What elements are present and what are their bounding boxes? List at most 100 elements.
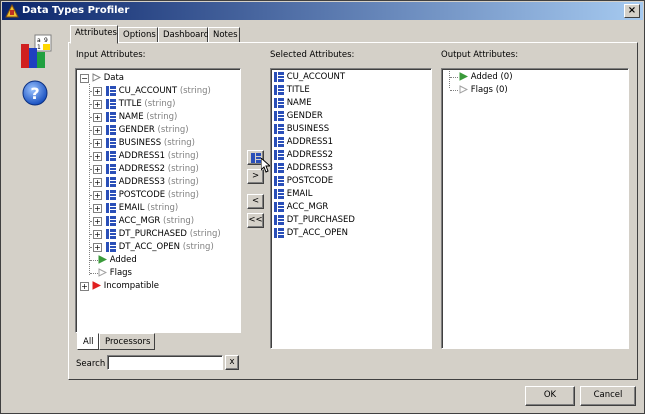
title-bar[interactable]: Data Types Profiler × bbox=[2, 2, 643, 20]
tree-node-attribute[interactable]: ADDRESS1 (string) bbox=[106, 150, 199, 163]
tree-expand-toggle[interactable]: + bbox=[93, 191, 102, 200]
attribute-type: (string) bbox=[189, 229, 221, 239]
tab-processors[interactable]: Processors bbox=[99, 333, 155, 350]
attribute-icon bbox=[274, 136, 284, 147]
attribute-icon bbox=[106, 137, 116, 148]
attribute-name: DT_ACC_OPEN bbox=[118, 242, 181, 252]
tree-node-attribute[interactable]: POSTCODE (string) bbox=[106, 189, 199, 202]
tree-expand-toggle[interactable]: + bbox=[93, 178, 102, 187]
selected-attribute-item[interactable]: ACC_MGR bbox=[274, 201, 328, 214]
tree-expand-toggle[interactable]: + bbox=[93, 243, 102, 252]
tree-node-attribute[interactable]: ADDRESS2 (string) bbox=[106, 163, 199, 176]
attribute-icon bbox=[106, 111, 116, 122]
selected-attribute-name: POSTCODE bbox=[286, 176, 334, 186]
tree-expand-toggle[interactable]: + bbox=[93, 126, 102, 135]
attributes-page: Input Attributes: Selected Attributes: O… bbox=[68, 42, 638, 380]
attribute-type: (string) bbox=[182, 242, 214, 252]
output-attributes-tree[interactable]: Added (0) Flags (0) bbox=[441, 68, 629, 349]
selected-attribute-item[interactable]: NAME bbox=[274, 97, 312, 110]
selected-attribute-name: DT_PURCHASED bbox=[286, 215, 355, 225]
attribute-icon bbox=[274, 175, 284, 186]
tree-node-label: Data bbox=[103, 73, 124, 83]
search-clear-button[interactable]: x bbox=[225, 355, 239, 370]
ok-button[interactable]: OK bbox=[525, 386, 575, 406]
tree-expand-toggle[interactable]: + bbox=[93, 139, 102, 148]
attribute-icon bbox=[106, 124, 116, 135]
selected-attribute-item[interactable]: CU_ACCOUNT bbox=[274, 71, 345, 84]
tree-node-added[interactable]: Added bbox=[98, 254, 137, 267]
selected-attribute-item[interactable]: TITLE bbox=[274, 84, 310, 97]
tree-node-attribute[interactable]: ACC_MGR (string) bbox=[106, 215, 194, 228]
selected-attribute-item[interactable]: DT_ACC_OPEN bbox=[274, 227, 348, 240]
tree-expand-toggle[interactable]: + bbox=[93, 204, 102, 213]
cancel-button[interactable]: Cancel bbox=[580, 386, 636, 406]
output-node-label: Flags (0) bbox=[470, 85, 508, 95]
tree-node-attribute[interactable]: GENDER (string) bbox=[106, 124, 189, 137]
tree-expand-toggle[interactable]: + bbox=[93, 230, 102, 239]
selected-attribute-item[interactable]: GENDER bbox=[274, 110, 323, 123]
tree-expand-toggle[interactable]: + bbox=[93, 152, 102, 161]
tree-node-flags[interactable]: Flags bbox=[98, 267, 132, 280]
selected-attribute-name: DT_ACC_OPEN bbox=[286, 228, 349, 238]
remove-all-button[interactable]: << bbox=[247, 213, 264, 228]
tree-node-attribute[interactable]: DT_ACC_OPEN (string) bbox=[106, 241, 214, 254]
help-icon[interactable]: ? bbox=[22, 80, 48, 106]
tree-node-attribute[interactable]: ADDRESS3 (string) bbox=[106, 176, 199, 189]
selected-attribute-item[interactable]: POSTCODE bbox=[274, 175, 333, 188]
output-added-arrow-icon bbox=[459, 72, 468, 81]
tab-notes[interactable]: Notes bbox=[208, 27, 240, 43]
tree-expand-toggle[interactable]: + bbox=[80, 282, 89, 291]
tree-collapse-toggle[interactable]: − bbox=[80, 74, 89, 83]
search-input[interactable] bbox=[107, 355, 223, 370]
tree-node-attribute[interactable]: EMAIL (string) bbox=[106, 202, 178, 215]
tree-node-data[interactable]: Data bbox=[92, 72, 124, 85]
tree-connector bbox=[450, 90, 458, 91]
tab-all[interactable]: All bbox=[77, 333, 99, 350]
tree-node-incompatible[interactable]: Incompatible bbox=[92, 280, 159, 293]
data-types-icon: a 9 1 bbox=[21, 34, 52, 68]
selected-attribute-item[interactable]: DT_PURCHASED bbox=[274, 214, 355, 227]
attribute-icon bbox=[274, 149, 284, 160]
tab-attributes[interactable]: Attributes bbox=[70, 25, 118, 44]
tree-node-attribute[interactable]: NAME (string) bbox=[106, 111, 177, 124]
attribute-icon bbox=[274, 110, 284, 121]
tree-expand-toggle[interactable]: + bbox=[93, 100, 102, 109]
attribute-name: BUSINESS bbox=[118, 138, 162, 148]
tree-expand-toggle[interactable]: + bbox=[93, 113, 102, 122]
attribute-name: POSTCODE bbox=[118, 190, 166, 200]
attribute-type: (string) bbox=[167, 164, 199, 174]
attribute-icon bbox=[274, 201, 284, 212]
dialog-window: Data Types Profiler × a 9 1 ? Attributes… bbox=[0, 0, 645, 414]
tab-dashboard[interactable]: Dashboard bbox=[158, 27, 209, 43]
close-button[interactable]: × bbox=[624, 4, 640, 18]
attribute-icon bbox=[274, 84, 284, 95]
attribute-icon bbox=[106, 215, 116, 226]
output-node-flags[interactable]: Flags (0) bbox=[459, 84, 508, 97]
selected-attribute-item[interactable]: ADDRESS1 bbox=[274, 136, 333, 149]
selected-attributes-list[interactable]: CU_ACCOUNT TITLE NAME GENDER BUSINESS AD… bbox=[270, 68, 432, 349]
tree-expand-toggle[interactable]: + bbox=[93, 87, 102, 96]
selected-attribute-item[interactable]: ADDRESS2 bbox=[274, 149, 333, 162]
attribute-name: DT_PURCHASED bbox=[118, 229, 187, 239]
selected-attribute-name: ACC_MGR bbox=[286, 202, 329, 212]
input-attributes-tree[interactable]: − Data + CU_ACCOUNT (string) + TITLE (stri… bbox=[75, 68, 241, 333]
output-node-added[interactable]: Added (0) bbox=[459, 71, 513, 84]
tree-node-attribute[interactable]: DT_PURCHASED (string) bbox=[106, 228, 221, 241]
attribute-icon bbox=[274, 97, 284, 108]
tree-node-attribute[interactable]: BUSINESS (string) bbox=[106, 137, 195, 150]
selected-attribute-item[interactable]: ADDRESS3 bbox=[274, 162, 333, 175]
selected-attribute-item[interactable]: BUSINESS bbox=[274, 123, 329, 136]
tree-expand-toggle[interactable]: + bbox=[93, 165, 102, 174]
tree-node-attribute[interactable]: TITLE (string) bbox=[106, 98, 175, 111]
selected-attribute-item[interactable]: EMAIL bbox=[274, 188, 312, 201]
selected-attribute-name: EMAIL bbox=[286, 189, 313, 199]
attribute-type: (string) bbox=[179, 86, 211, 96]
tab-options[interactable]: Options bbox=[118, 27, 158, 43]
tree-node-label: Incompatible bbox=[103, 281, 160, 291]
tree-node-attribute[interactable]: CU_ACCOUNT (string) bbox=[106, 85, 211, 98]
remove-button[interactable]: < bbox=[247, 194, 264, 209]
attribute-name: NAME bbox=[118, 112, 144, 122]
tree-expand-toggle[interactable]: + bbox=[93, 217, 102, 226]
svg-text:9: 9 bbox=[44, 37, 48, 44]
attribute-name: GENDER bbox=[118, 125, 155, 135]
